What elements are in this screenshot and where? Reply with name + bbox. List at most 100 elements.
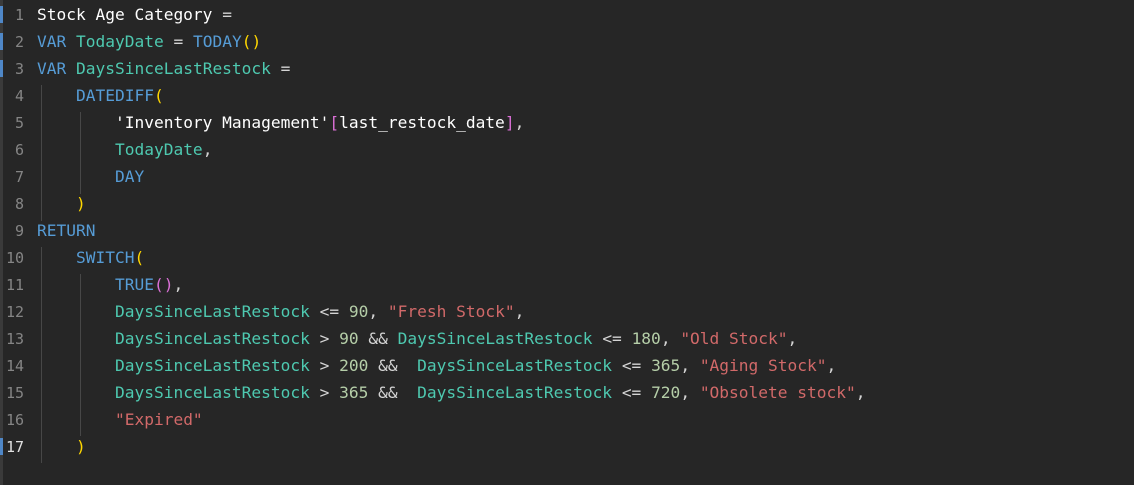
keyword: RETURN <box>37 221 96 240</box>
string-literal: "Obsolete stock" <box>699 383 856 402</box>
number-literal: 365 <box>651 356 681 375</box>
column-name: last_restock_date <box>339 113 505 132</box>
code-line[interactable]: 12 DaysSinceLastRestock <= 90, "Fresh St… <box>0 298 524 325</box>
operator: = <box>222 5 232 24</box>
comma: , <box>660 329 671 348</box>
number-literal: 200 <box>339 356 369 375</box>
comma: , <box>680 383 691 402</box>
line-number: 5 <box>14 114 24 132</box>
variable-name: DaysSinceLastRestock <box>417 356 613 375</box>
line-number: 13 <box>5 330 24 348</box>
keyword: VAR <box>37 59 67 78</box>
code-line[interactable]: 16 "Expired" <box>0 406 203 433</box>
function-name: TODAY <box>192 32 242 51</box>
operator: <= <box>602 329 622 348</box>
string-literal: "Aging Stock" <box>699 356 827 375</box>
bracket: [ <box>329 113 340 132</box>
variable-name: DaysSinceLastRestock <box>417 383 613 402</box>
code-line[interactable]: 5 'Inventory Management'[last_restock_da… <box>0 109 524 136</box>
variable-name: DaysSinceLastRestock <box>397 329 593 348</box>
table-name: 'Inventory Management' <box>114 113 330 132</box>
string-literal: "Fresh Stock" <box>387 302 515 321</box>
keyword: VAR <box>37 32 67 51</box>
measure-name: Stock Age Category <box>37 5 213 24</box>
variable-name: DaysSinceLastRestock <box>114 356 310 375</box>
paren: ) <box>75 194 86 213</box>
comma: , <box>368 302 379 321</box>
number-literal: 720 <box>651 383 681 402</box>
paren: ( <box>241 32 252 51</box>
line-number: 1 <box>14 6 24 24</box>
operator: <= <box>621 356 642 375</box>
line-number: 9 <box>14 222 24 240</box>
code-line[interactable]: 6 TodayDate, <box>0 136 212 163</box>
string-literal: "Old Stock" <box>680 329 788 348</box>
function-name: DATEDIFF <box>75 86 154 105</box>
code-line[interactable]: 2 VAR TodayDate = TODAY() <box>0 28 261 55</box>
line-number: 16 <box>5 411 24 429</box>
paren: ) <box>75 437 86 456</box>
operator: = <box>173 32 184 51</box>
variable-name: TodayDate <box>76 32 164 51</box>
code-line[interactable]: 10 SWITCH( <box>0 244 144 271</box>
line-number: 17 <box>5 438 24 456</box>
line-number: 8 <box>14 195 24 213</box>
paren: () <box>153 275 174 294</box>
line-number: 6 <box>14 141 24 159</box>
operator: <= <box>319 302 340 321</box>
code-line[interactable]: 8 ) <box>0 190 86 217</box>
number-literal: 180 <box>631 329 661 348</box>
line-number: 10 <box>5 249 24 267</box>
code-line[interactable]: 11 TRUE(), <box>0 271 183 298</box>
line-number: 7 <box>14 168 24 186</box>
line-number: 11 <box>5 276 24 294</box>
comma: , <box>514 302 525 321</box>
code-line[interactable]: 15 DaysSinceLastRestock > 365 && DaysSin… <box>0 379 866 406</box>
comma: , <box>855 383 866 402</box>
code-line[interactable]: 17 ) <box>0 433 86 460</box>
line-number: 4 <box>14 87 24 105</box>
code-line[interactable]: 14 DaysSinceLastRestock > 200 && DaysSin… <box>0 352 836 379</box>
number-literal: 365 <box>339 383 369 402</box>
operator: = <box>280 59 291 78</box>
operator: > <box>319 383 330 402</box>
variable-name: DaysSinceLastRestock <box>114 383 310 402</box>
code-line[interactable]: 1 Stock Age Category = <box>0 1 232 28</box>
keyword: DAY <box>114 167 145 186</box>
number-literal: 90 <box>348 302 369 321</box>
code-line[interactable]: 13 DaysSinceLastRestock > 90 && DaysSinc… <box>0 325 797 352</box>
number-literal: 90 <box>339 329 359 348</box>
function-name: SWITCH <box>75 248 135 267</box>
line-number: 3 <box>14 60 24 78</box>
comma: , <box>787 329 798 348</box>
code-line[interactable]: 4 DATEDIFF( <box>0 82 164 109</box>
bracket: ] <box>504 113 515 132</box>
string-literal: "Expired" <box>114 410 203 429</box>
line-number: 15 <box>5 384 24 402</box>
paren: ( <box>153 86 164 105</box>
operator: > <box>319 329 330 348</box>
operator: <= <box>621 383 642 402</box>
comma: , <box>202 140 213 159</box>
comma: , <box>173 275 184 294</box>
variable-name: DaysSinceLastRestock <box>76 59 271 78</box>
operator: && <box>378 383 398 402</box>
paren: ) <box>251 32 262 51</box>
function-name: TRUE <box>114 275 154 294</box>
variable-name: TodayDate <box>114 140 203 159</box>
code-line[interactable]: 9 RETURN <box>0 217 96 244</box>
variable-name: DaysSinceLastRestock <box>114 302 310 321</box>
variable-name: DaysSinceLastRestock <box>114 329 310 348</box>
code-line[interactable]: 3 VAR DaysSinceLastRestock = <box>0 55 290 82</box>
code-editor[interactable]: 1 Stock Age Category = 2 VAR TodayDate = T… <box>0 0 1134 485</box>
comma: , <box>680 356 691 375</box>
line-number: 14 <box>5 357 24 375</box>
operator: && <box>378 356 398 375</box>
operator: > <box>319 356 330 375</box>
comma: , <box>514 113 525 132</box>
comma: , <box>826 356 837 375</box>
line-number: 12 <box>5 303 24 321</box>
paren: ( <box>134 248 145 267</box>
code-line[interactable]: 7 DAY <box>0 163 144 190</box>
line-number: 2 <box>14 33 24 51</box>
